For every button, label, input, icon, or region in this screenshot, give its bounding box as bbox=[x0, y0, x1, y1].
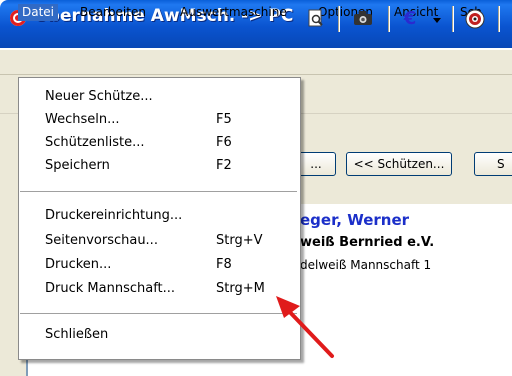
toolbar-separator bbox=[452, 6, 454, 32]
menu-item-label: Druckereinrichtung... bbox=[45, 208, 183, 223]
menu-item-druck-mannschaft[interactable]: Druck Mannschaft... Strg+M bbox=[20, 278, 297, 300]
target-icon[interactable] bbox=[464, 9, 486, 29]
menu-auswertmaschine[interactable]: Auswertmaschine bbox=[176, 4, 291, 21]
camera-icon[interactable] bbox=[352, 9, 374, 29]
menu-item-shortcut: F5 bbox=[216, 112, 232, 127]
menu-separator bbox=[20, 313, 297, 314]
menu-item-schuetzenliste[interactable]: Schützenliste... F6 bbox=[20, 132, 297, 154]
menu-item-label: Druck Mannschaft... bbox=[45, 281, 176, 296]
toolbar-separator bbox=[388, 6, 390, 32]
menu-item-label: Drucken... bbox=[45, 257, 112, 272]
menu-item-drucken[interactable]: Drucken... F8 bbox=[20, 254, 297, 276]
club-name: weiß Bernried e.V. bbox=[300, 235, 435, 250]
menu-item-shortcut: F6 bbox=[216, 135, 232, 150]
menu-item-shortcut: F2 bbox=[216, 158, 232, 173]
menu-datei[interactable]: Datei bbox=[18, 4, 59, 21]
annotation-arrow-icon bbox=[276, 296, 334, 358]
menu-item-wechseln[interactable]: Wechseln... F5 bbox=[20, 109, 297, 131]
previous-button[interactable]: ... bbox=[296, 152, 336, 176]
dropdown-arrow-icon[interactable] bbox=[430, 9, 444, 29]
menu-item-speichern[interactable]: Speichern F2 bbox=[20, 155, 297, 177]
menu-item-label: Schließen bbox=[45, 327, 109, 342]
menu-item-label: Schützenliste... bbox=[45, 135, 145, 150]
team-name: delweiß Mannschaft 1 bbox=[300, 258, 432, 272]
menu-item-label: Seitenvorschau... bbox=[45, 233, 158, 248]
menu-item-seitenvorschau[interactable]: Seitenvorschau... Strg+V bbox=[20, 230, 297, 252]
menu-separator bbox=[20, 191, 297, 192]
next-schuetzen-button[interactable]: S bbox=[474, 152, 512, 176]
toolbar-separator bbox=[338, 6, 340, 32]
menu-bearbeiten[interactable]: Bearbeiten bbox=[76, 4, 150, 21]
menu-bar bbox=[0, 50, 512, 75]
menu-item-neuer-schuetze[interactable]: Neuer Schütze... bbox=[20, 86, 297, 108]
shooter-name: eger, Werner bbox=[300, 211, 410, 229]
previous-schuetzen-button[interactable]: << Schützen... bbox=[346, 152, 452, 176]
menu-item-label: Speichern bbox=[45, 158, 110, 173]
menu-item-shortcut: Strg+V bbox=[216, 233, 263, 248]
menu-item-druckereinrichtung[interactable]: Druckereinrichtung... bbox=[20, 205, 297, 227]
menu-item-shortcut: F8 bbox=[216, 257, 232, 272]
menu-item-schliessen[interactable]: Schließen bbox=[20, 324, 297, 346]
print-preview-icon[interactable] bbox=[306, 9, 326, 29]
toolbar-separator bbox=[498, 6, 500, 32]
menu-item-shortcut: Strg+M bbox=[216, 281, 265, 296]
menu-item-label: Wechseln... bbox=[45, 112, 120, 127]
euro-icon[interactable]: € bbox=[400, 9, 420, 29]
menu-item-label: Neuer Schütze... bbox=[45, 89, 153, 104]
